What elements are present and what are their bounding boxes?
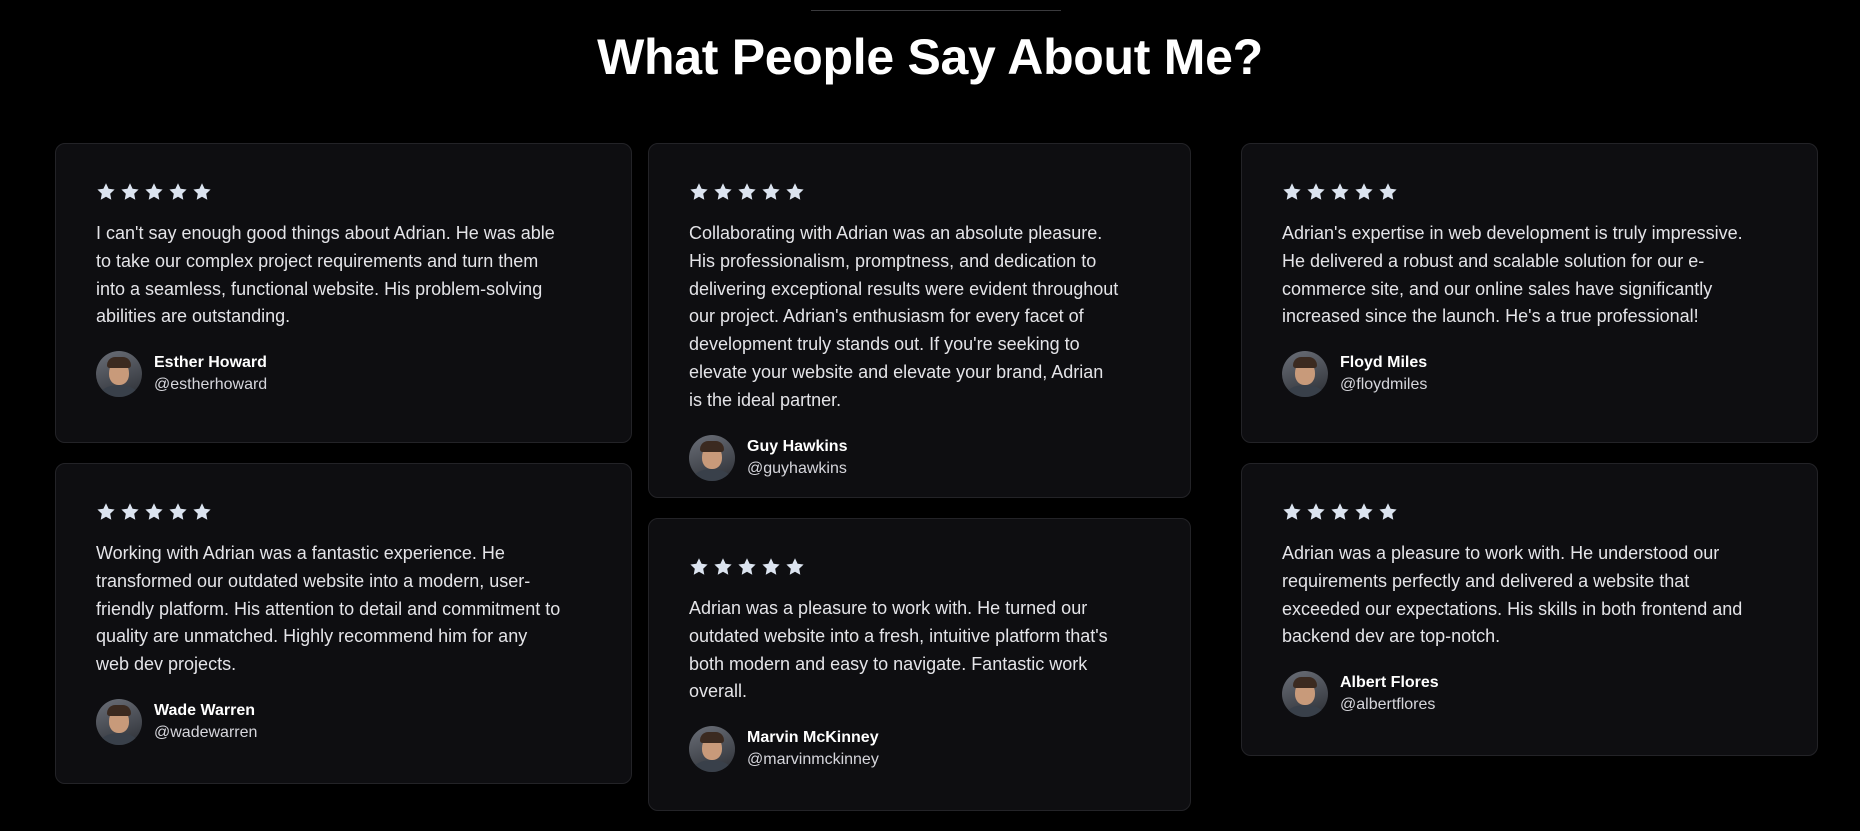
avatar [96,698,142,745]
author-name: Albert Flores [1340,674,1439,692]
testimonial-quote: I can't say enough good things about Adr… [96,223,555,327]
author-handle: @albertflores [1340,696,1436,714]
star-icon [97,503,115,520]
author-name: Esther Howard [154,354,267,372]
testimonial-author: Floyd Miles @floydmiles [1282,351,1777,398]
star-icon [714,558,732,575]
star-icon [97,183,115,200]
testimonial-quote: Adrian was a pleasure to work with. He t… [689,598,1108,702]
star-icon [193,503,211,520]
star-icon [169,183,187,200]
testimonial-card: I can't say enough good things about Adr… [55,143,632,443]
testimonial-card: Collaborating with Adrian was an absolut… [648,143,1191,498]
testimonial-card: Adrian was a pleasure to work with. He u… [1241,463,1818,757]
star-icon [1355,183,1373,200]
star-icon [714,183,732,200]
rating-stars [96,502,591,526]
star-icon [1307,503,1325,520]
author-name: Floyd Miles [1340,354,1428,372]
rating-stars [689,557,1150,581]
testimonial-quote: Collaborating with Adrian was an absolut… [689,223,1119,410]
testimonial-quote: Adrian was a pleasure to work with. He u… [1282,543,1743,647]
star-icon [193,183,211,200]
star-icon [762,183,780,200]
testimonial-quote: Adrian's expertise in web development is… [1282,223,1743,327]
avatar [1282,671,1328,718]
testimonial-author: Marvin McKinney @marvinmckinney [689,726,1150,773]
testimonials-column-3: Adrian's expertise in web development is… [1241,143,1818,776]
testimonial-card: Adrian was a pleasure to work with. He t… [648,518,1191,812]
testimonial-author: Wade Warren @wadewarren [96,698,591,745]
author-handle: @marvinmckinney [747,751,879,769]
avatar [689,726,735,773]
star-icon [1283,183,1301,200]
author-name: Marvin McKinney [747,729,879,747]
star-icon [1331,503,1349,520]
star-icon [121,183,139,200]
star-icon [786,558,804,575]
star-icon [786,183,804,200]
star-icon [1331,183,1349,200]
star-icon [121,503,139,520]
star-icon [1379,503,1397,520]
rating-stars [96,182,591,206]
star-icon [1307,183,1325,200]
testimonial-author: Guy Hawkins @guyhawkins [689,434,1150,481]
rating-stars [689,182,1150,206]
testimonial-card: Working with Adrian was a fantastic expe… [55,463,632,784]
section-title: What People Say About Me? [597,29,1263,85]
star-icon [145,183,163,200]
author-name: Wade Warren [154,701,256,719]
rating-stars [1282,182,1777,206]
star-icon [738,558,756,575]
star-icon [169,503,187,520]
title-divider [811,10,1061,11]
testimonial-author: Esther Howard @estherhoward [96,351,591,398]
testimonial-author: Albert Flores @albertflores [1282,671,1777,718]
star-icon [1283,503,1301,520]
star-icon [690,558,708,575]
author-handle: @wadewarren [154,723,258,741]
star-icon [1379,183,1397,200]
star-icon [145,503,163,520]
avatar [96,351,142,398]
testimonials-column-1: I can't say enough good things about Adr… [55,143,632,804]
star-icon [738,183,756,200]
author-handle: @estherhoward [154,376,268,394]
testimonial-card: Adrian's expertise in web development is… [1241,143,1818,443]
star-icon [690,183,708,200]
author-handle: @guyhawkins [747,459,847,477]
avatar [689,434,735,481]
testimonials-column-2: Collaborating with Adrian was an absolut… [648,143,1191,831]
star-icon [762,558,780,575]
avatar [1282,351,1328,398]
author-name: Guy Hawkins [747,437,848,455]
author-handle: @floydmiles [1340,376,1428,394]
rating-stars [1282,502,1777,526]
star-icon [1355,503,1373,520]
testimonial-quote: Working with Adrian was a fantastic expe… [96,543,561,675]
